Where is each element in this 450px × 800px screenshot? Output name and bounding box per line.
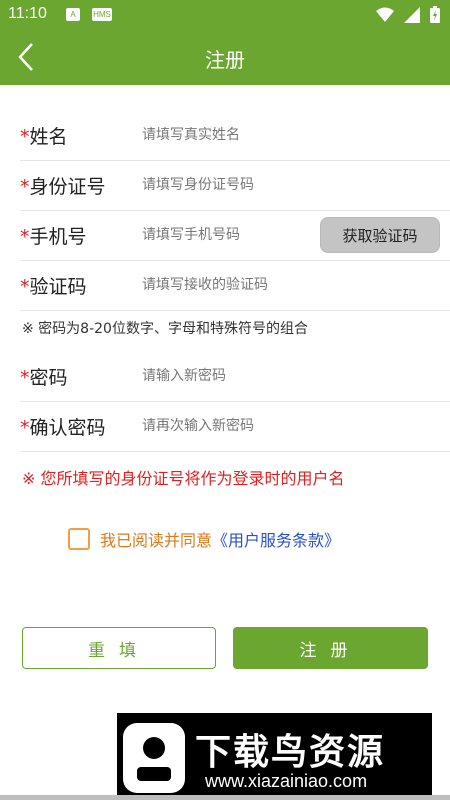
status-bar: 11:10 A HMS: [0, 0, 450, 30]
code-row: *验证码: [20, 260, 450, 311]
required-star: *: [20, 226, 30, 248]
username-note: ※ 您所填写的身份证号将作为登录时的用户名: [22, 469, 345, 488]
required-star: *: [20, 276, 30, 298]
signal-icon: [404, 6, 420, 23]
confirm-password-row: *确认密码: [20, 401, 450, 452]
name-input[interactable]: [140, 120, 344, 150]
code-label: *验证码: [20, 272, 87, 299]
required-star: *: [20, 126, 30, 148]
required-star: *: [20, 176, 30, 198]
register-button[interactable]: 注册: [233, 627, 428, 669]
required-star: *: [20, 417, 30, 439]
bird-logo-icon: [123, 723, 185, 793]
code-label-text: 验证码: [29, 276, 87, 298]
watermark-url: www.xiazainiao.com: [205, 771, 368, 791]
confirm-password-input[interactable]: [140, 411, 344, 441]
bottom-bar: [0, 795, 450, 800]
phone-input[interactable]: [140, 220, 314, 250]
watermark: 下载鸟资源 www.xiazainiao.com: [117, 713, 432, 800]
phone-label: *手机号: [20, 222, 87, 249]
confirm-password-label-text: 确认密码: [29, 417, 106, 439]
wifi-icon: [376, 7, 394, 22]
phone-row: *手机号 获取验证码: [20, 210, 450, 261]
id-number-input[interactable]: [140, 170, 344, 200]
id-number-label-text: 身份证号: [29, 176, 106, 198]
battery-icon: [430, 6, 440, 23]
watermark-title: 下载鸟资源: [195, 732, 386, 773]
agreement-text: 我已阅读并同意: [100, 531, 213, 550]
get-code-button[interactable]: 获取验证码: [320, 217, 440, 253]
name-row: *姓名: [20, 110, 450, 161]
required-star: *: [20, 367, 30, 389]
password-input[interactable]: [140, 361, 344, 391]
hms-icon: HMS: [92, 8, 112, 21]
password-row: *密码: [20, 351, 450, 402]
confirm-password-label: *确认密码: [20, 413, 106, 440]
reset-button[interactable]: 重填: [22, 627, 216, 669]
notification-a-icon: A: [66, 8, 80, 21]
code-input[interactable]: [140, 270, 344, 300]
id-number-label: *身份证号: [20, 172, 106, 199]
name-label: *姓名: [20, 122, 68, 149]
phone-label-text: 手机号: [29, 226, 87, 248]
status-time: 11:10: [8, 5, 47, 22]
password-rule-note: ※ 密码为8-20位数字、字母和特殊符号的组合: [22, 321, 308, 337]
id-number-row: *身份证号: [20, 160, 450, 211]
app-header: 注册: [0, 30, 450, 85]
password-label-text: 密码: [29, 367, 68, 389]
name-label-text: 姓名: [29, 126, 68, 148]
password-label: *密码: [20, 363, 68, 390]
page-title: 注册: [205, 48, 245, 72]
agreement-checkbox[interactable]: [68, 528, 90, 550]
terms-link[interactable]: 《用户服务条款》: [212, 527, 340, 551]
agreement: 我已阅读并同意 《用户服务条款》: [68, 527, 340, 551]
